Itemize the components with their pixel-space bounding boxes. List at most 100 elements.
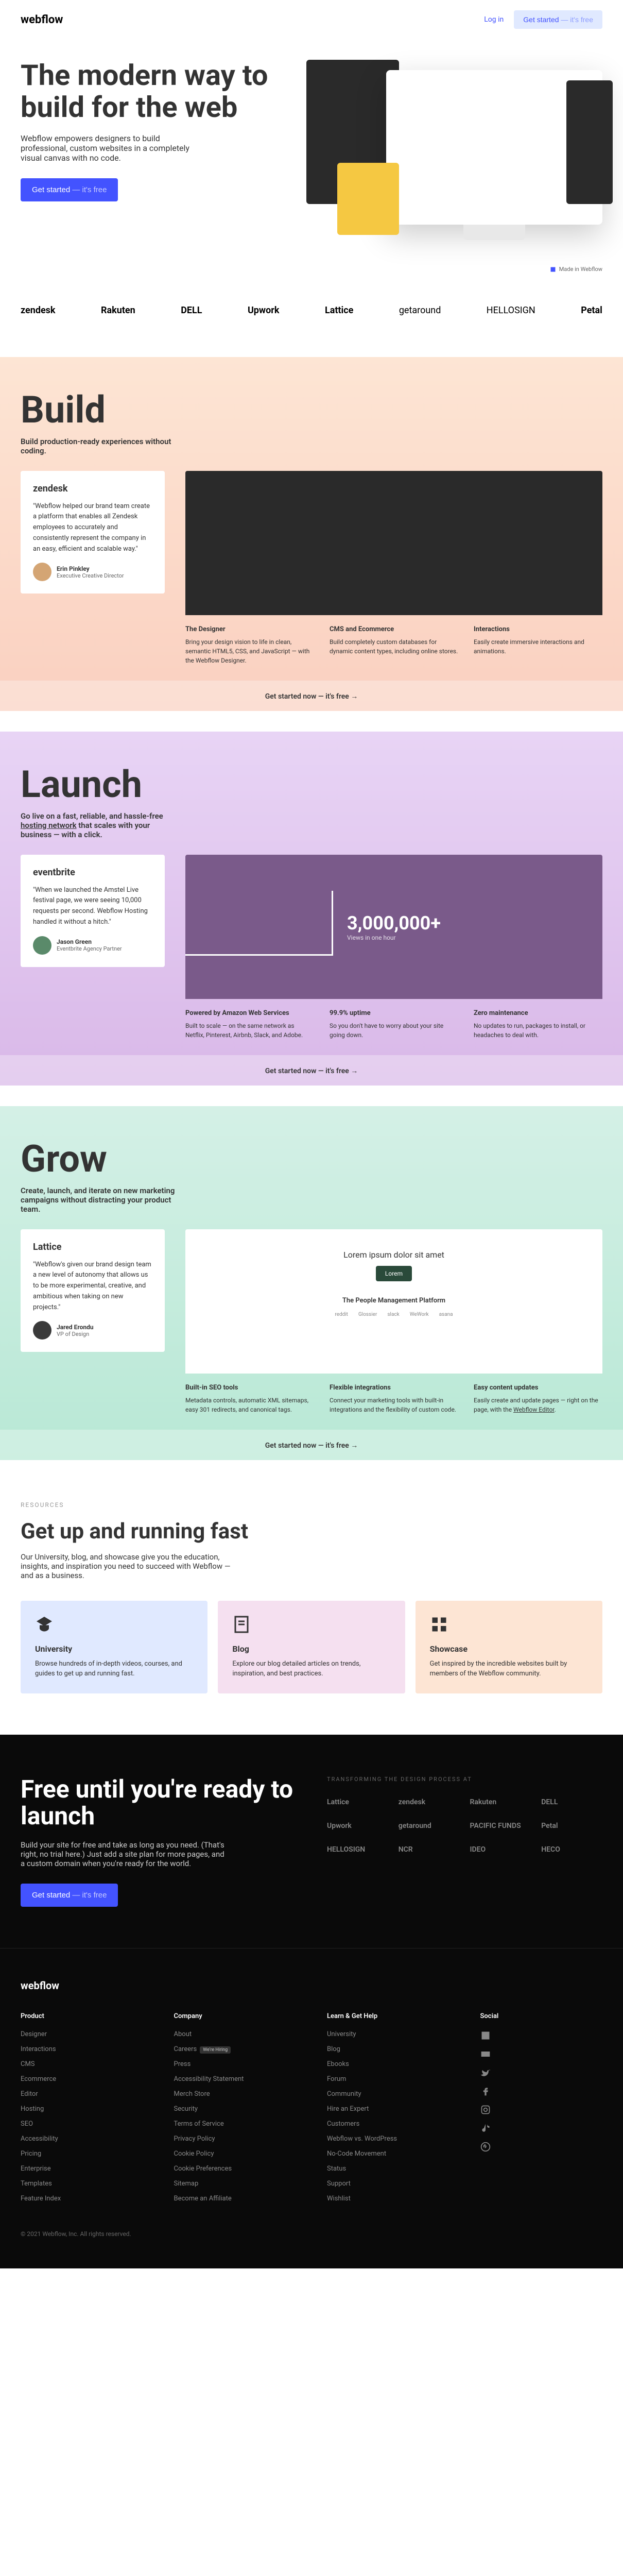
card-desc: Browse hundreds of in-depth videos, cour… xyxy=(35,1659,193,1679)
facebook-icon[interactable] xyxy=(480,2086,491,2096)
footer-col-product: Product Designer Interactions CMS Ecomme… xyxy=(21,2012,143,2210)
footer-link[interactable]: Community xyxy=(327,2090,449,2098)
footer-link[interactable]: Terms of Service xyxy=(174,2120,297,2128)
feature-desc: Built to scale — on the same network as … xyxy=(185,1021,314,1040)
footer-link[interactable]: University xyxy=(327,2030,449,2038)
footer-link[interactable]: Feature Index xyxy=(21,2195,143,2202)
footer-link[interactable]: No-Code Movement xyxy=(327,2150,449,2158)
footer-link[interactable]: Hire an Expert xyxy=(327,2105,449,2113)
footer-link[interactable]: Ebooks xyxy=(327,2060,449,2068)
dark-get-started-button[interactable]: Get started — it's free xyxy=(21,1884,118,1907)
footer-link[interactable]: Designer xyxy=(21,2030,143,2038)
footer-link[interactable]: Privacy Policy xyxy=(174,2135,297,2143)
footer-link[interactable]: Editor xyxy=(21,2090,143,2098)
brand-logo: Upwork xyxy=(248,305,280,316)
hero-title: The modern way to build for the web xyxy=(21,60,301,123)
brand-logo: Lattice xyxy=(325,305,353,316)
footer-link[interactable]: Accessibility Statement xyxy=(174,2075,297,2083)
build-section: Build Build production-ready experiences… xyxy=(0,357,623,711)
launch-testimonial: eventbrite "When we launched the Amstel … xyxy=(21,855,165,967)
youtube-icon[interactable] xyxy=(480,2049,491,2059)
footer-link[interactable]: Security xyxy=(174,2105,297,2113)
dark-logo: HECO xyxy=(541,1845,602,1854)
launch-stat: 3,000,000+ xyxy=(347,912,441,934)
footer-link[interactable]: Support xyxy=(327,2180,449,2188)
build-preview xyxy=(185,471,602,615)
footer-link[interactable]: About xyxy=(174,2030,297,2038)
dark-logo: NCR xyxy=(399,1845,460,1854)
preview-logo: slack xyxy=(387,1312,399,1317)
footer-link[interactable]: Status xyxy=(327,2165,449,2173)
avatar xyxy=(33,1321,51,1340)
footer-link[interactable]: Interactions xyxy=(21,2045,143,2053)
footer-link[interactable]: Cookie Preferences xyxy=(174,2165,297,2173)
footer-col-title: Learn & Get Help xyxy=(327,2012,449,2020)
footer-link[interactable]: Wishlist xyxy=(327,2195,449,2202)
testimonial-logo: eventbrite xyxy=(33,867,152,878)
testimonial-role: Executive Creative Director xyxy=(57,572,124,579)
footer-link[interactable]: Enterprise xyxy=(21,2165,143,2173)
footer-link[interactable]: CareersWe're Hiring xyxy=(174,2045,297,2053)
launch-get-started-link[interactable]: Get started now — it's free → xyxy=(265,1067,358,1075)
preview-lorem: Lorem ipsum dolor sit amet xyxy=(206,1250,582,1260)
footer-col-title: Product xyxy=(21,2012,143,2020)
instagram-icon[interactable] xyxy=(480,2105,491,2115)
footer-col-learn: Learn & Get Help University Blog Ebooks … xyxy=(327,2012,449,2210)
dark-logo: zendesk xyxy=(399,1798,460,1806)
footer-link[interactable]: Forum xyxy=(327,2075,449,2083)
footer-link[interactable]: Templates xyxy=(21,2180,143,2188)
logo[interactable]: webflow xyxy=(21,13,63,26)
build-get-started-link[interactable]: Get started now — it's free → xyxy=(265,692,358,701)
footer-col-social: Social xyxy=(480,2012,603,2210)
feature-title: Zero maintenance xyxy=(474,1009,602,1017)
dark-cta-subtitle: Build your site for free and take as lon… xyxy=(21,1840,227,1868)
blog-card[interactable]: Blog Explore our blog detailed articles … xyxy=(218,1601,405,1693)
footer-link[interactable]: SEO xyxy=(21,2120,143,2128)
footer-link[interactable]: Hosting xyxy=(21,2105,143,2113)
brand-logo: zendesk xyxy=(21,305,56,316)
header-get-started-button[interactable]: Get started — it's free xyxy=(514,10,602,29)
footer-link[interactable]: Pricing xyxy=(21,2150,143,2158)
footer-link[interactable]: Webflow vs. WordPress xyxy=(327,2135,449,2143)
cta-text: Get started xyxy=(32,185,70,194)
footer-link[interactable]: Merch Store xyxy=(174,2090,297,2098)
footer-link[interactable]: Press xyxy=(174,2060,297,2068)
testimonial-name: Jared Erondu xyxy=(57,1324,94,1331)
feature-title: The Designer xyxy=(185,625,314,633)
tiktok-icon[interactable] xyxy=(480,2123,491,2133)
footer-link[interactable]: Become an Affiliate xyxy=(174,2195,297,2202)
footer-copyright: © 2021 Webflow, Inc. All rights reserved… xyxy=(21,2230,602,2238)
hosting-network-link[interactable]: hosting network xyxy=(21,821,77,830)
footer-link[interactable]: Blog xyxy=(327,2045,449,2053)
webflow-editor-link[interactable]: Webflow Editor xyxy=(513,1406,555,1413)
login-link[interactable]: Log in xyxy=(484,15,504,24)
footer-link[interactable]: CMS xyxy=(21,2060,143,2068)
footer-logo[interactable]: webflow xyxy=(21,1979,602,1992)
hiring-badge: We're Hiring xyxy=(200,2046,231,2054)
feature-title: Powered by Amazon Web Services xyxy=(185,1009,314,1017)
showcase-card[interactable]: Showcase Get inspired by the incredible … xyxy=(416,1601,602,1693)
avatar xyxy=(33,563,51,581)
twitter-icon[interactable] xyxy=(480,2067,491,2078)
university-card[interactable]: University Browse hundreds of in-depth v… xyxy=(21,1601,207,1693)
cta-text: Get started xyxy=(523,15,559,24)
pinterest-icon[interactable] xyxy=(480,2142,491,2152)
build-testimonial: zendesk "Webflow helped our brand team c… xyxy=(21,471,165,594)
preview-logo: WeWork xyxy=(410,1312,429,1317)
footer-link[interactable]: Accessibility xyxy=(21,2135,143,2143)
footer-link[interactable]: Ecommerce xyxy=(21,2075,143,2083)
preview-button: Lorem xyxy=(376,1266,412,1281)
testimonial-quote: "Webflow helped our brand team create a … xyxy=(33,501,152,555)
card-title: Showcase xyxy=(430,1644,588,1654)
hero-get-started-button[interactable]: Get started — it's free xyxy=(21,178,118,201)
webflow-icon[interactable] xyxy=(480,2030,491,2041)
grow-get-started-link[interactable]: Get started now — it's free → xyxy=(265,1442,358,1450)
footer-link[interactable]: Customers xyxy=(327,2120,449,2128)
hero-subtitle: Webflow empowers designers to build prof… xyxy=(21,133,206,163)
made-in-webflow-badge[interactable]: Made in Webflow xyxy=(550,266,602,273)
build-subtitle: Build production-ready experiences witho… xyxy=(21,437,175,455)
graduation-cap-icon xyxy=(35,1615,54,1634)
cta-text: Get started xyxy=(32,1891,70,1900)
footer-link[interactable]: Cookie Policy xyxy=(174,2150,297,2158)
footer-link[interactable]: Sitemap xyxy=(174,2180,297,2188)
